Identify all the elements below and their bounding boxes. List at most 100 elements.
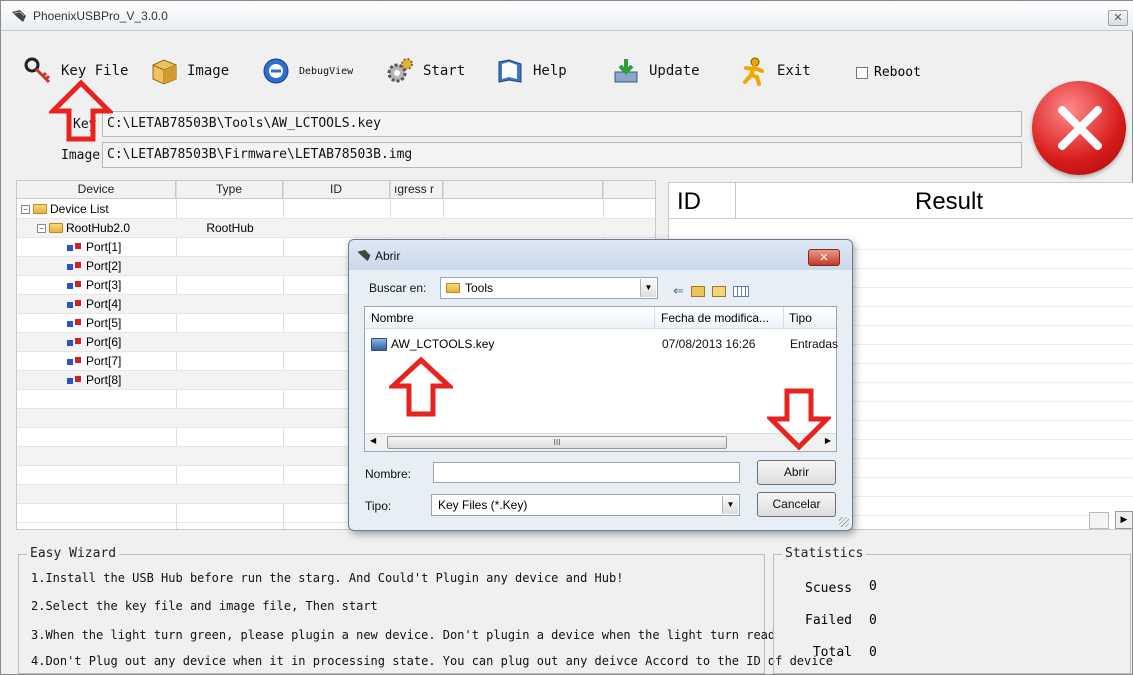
key-file-icon	[371, 337, 387, 351]
header-divider	[783, 307, 784, 329]
tree-label: Port[7]	[86, 354, 122, 368]
exit-label: Exit	[777, 63, 811, 79]
image-label: Image	[187, 63, 230, 79]
file-type-value: Key Files (*.Key)	[438, 498, 528, 512]
resize-grip[interactable]	[839, 517, 849, 527]
folder-icon	[33, 204, 47, 214]
tree-label: Port[6]	[86, 335, 122, 349]
file-type-dropdown[interactable]: Key Files (*.Key) ▼	[431, 494, 740, 516]
chevron-down-icon[interactable]: ▼	[640, 279, 656, 297]
failed-value: 0	[869, 613, 877, 628]
debugview-button[interactable]: DebugView	[261, 53, 353, 89]
usb-port-icon	[67, 337, 83, 347]
total-label: Total	[812, 645, 852, 660]
start-button[interactable]: Start	[385, 53, 465, 89]
usb-port-icon	[67, 261, 83, 271]
folder-icon	[49, 223, 63, 233]
col-extra-2	[603, 181, 655, 199]
collapse-icon[interactable]: −	[21, 204, 30, 214]
tree-label: Device List	[50, 202, 109, 216]
result-col-id[interactable]: ID	[677, 188, 701, 216]
start-label: Start	[423, 63, 466, 79]
statistics-title: Statistics	[782, 546, 867, 561]
dialog-title: Abrir	[375, 249, 401, 263]
dialog-title-bar: Abrir ✕	[349, 240, 852, 270]
new-folder-icon[interactable]	[711, 286, 726, 297]
result-col-result[interactable]: Result	[915, 188, 983, 216]
wizard-step-3: 3.When the light turn green, please plug…	[31, 628, 776, 642]
tree-label: Port[8]	[86, 373, 122, 387]
key-path-field[interactable]: C:\LETAB78503B\Tools\AW_LCTOOLS.key	[102, 111, 1022, 137]
result-hscroll[interactable]	[1089, 512, 1109, 529]
dialog-close-button[interactable]: ✕	[808, 249, 840, 266]
annotation-arrow-up-icon	[389, 356, 453, 417]
file-list-hscroll[interactable]: ◀ III ▶	[365, 433, 836, 451]
app-logo-icon	[12, 10, 26, 22]
help-label: Help	[533, 63, 567, 79]
file-name-input[interactable]	[433, 462, 740, 483]
success-label: Scuess	[805, 581, 852, 596]
debug-icon	[263, 58, 289, 84]
usb-port-icon	[67, 242, 83, 252]
scroll-left-icon[interactable]: ◀	[370, 436, 376, 445]
help-button[interactable]: Help	[495, 53, 567, 89]
col-type[interactable]: Type	[176, 181, 283, 199]
file-type: Entradas	[790, 337, 839, 351]
tree-label: Port[3]	[86, 278, 122, 292]
tree-row-roothub[interactable]: − RootHub2.0 RootHub	[17, 219, 655, 238]
view-menu-icon[interactable]	[732, 286, 749, 297]
app-logo-icon	[357, 249, 371, 262]
reboot-checkbox-box[interactable]	[856, 66, 868, 79]
reboot-label: Reboot	[874, 65, 921, 80]
col-type[interactable]: Tipo	[789, 311, 812, 325]
file-date: 07/08/2013 16:26	[662, 337, 756, 351]
open-button[interactable]: Abrir	[757, 460, 836, 485]
key-file-label: Key File	[61, 63, 129, 79]
tree-label: Port[5]	[86, 316, 122, 330]
app-window: PhoenixUSBPro_V_3.0.0 ✕ Key File Image D…	[0, 0, 1133, 675]
usb-port-icon	[67, 280, 83, 290]
usb-port-icon	[67, 375, 83, 385]
up-folder-icon[interactable]	[690, 286, 705, 297]
scroll-thumb[interactable]: III	[387, 436, 727, 449]
col-date[interactable]: Fecha de modifica...	[661, 311, 769, 325]
file-name: AW_LCTOOLS.key	[391, 337, 495, 351]
col-name[interactable]: Nombre	[371, 311, 414, 325]
col-device[interactable]: Device	[17, 181, 176, 199]
update-icon	[614, 59, 638, 83]
reboot-checkbox[interactable]: Reboot	[856, 65, 921, 80]
file-row[interactable]: AW_LCTOOLS.key	[371, 337, 494, 351]
folder-icon	[446, 283, 460, 293]
file-list-header: Nombre Fecha de modifica... Tipo	[365, 307, 836, 329]
update-button[interactable]: Update	[611, 53, 700, 89]
back-arrow-icon[interactable]: ⇐	[673, 284, 684, 299]
look-in-value: Tools	[465, 281, 494, 295]
device-table-header: Device Type ID ıgress r	[17, 181, 655, 199]
tree-label: Port[2]	[86, 259, 122, 273]
runner-icon	[743, 57, 764, 86]
chevron-down-icon[interactable]: ▼	[722, 496, 738, 514]
tree-label: RootHub2.0	[66, 221, 131, 235]
file-name-label: Nombre:	[365, 467, 412, 481]
file-type-label: Tipo:	[365, 499, 392, 513]
wizard-step-4: 4.Don't Plug out any device when it in p…	[31, 654, 833, 668]
box-icon	[152, 59, 177, 85]
col-progress[interactable]: ıgress r	[390, 181, 443, 199]
usb-port-icon	[67, 356, 83, 366]
annotation-arrow-up-icon	[49, 79, 113, 142]
result-header: ID Result	[669, 183, 1133, 219]
image-path-field[interactable]: C:\LETAB78503B\Firmware\LETAB78503B.img	[102, 142, 1022, 168]
debugview-label: DebugView	[299, 65, 354, 77]
image-button[interactable]: Image	[149, 53, 229, 89]
col-id[interactable]: ID	[283, 181, 390, 199]
wizard-step-1: 1.Install the USB Hub before run the sta…	[31, 571, 624, 585]
tree-row-device-list[interactable]: − Device List	[17, 200, 655, 219]
look-in-dropdown[interactable]: Tools ▼	[440, 277, 658, 299]
window-close-button[interactable]: ✕	[1108, 10, 1128, 26]
header-divider	[735, 183, 736, 219]
cancel-button[interactable]: Cancelar	[757, 492, 836, 517]
collapse-icon[interactable]: −	[37, 223, 46, 233]
scroll-right-button[interactable]: ▶	[1115, 511, 1133, 529]
exit-button[interactable]: Exit	[739, 53, 811, 89]
total-value: 0	[869, 645, 877, 660]
